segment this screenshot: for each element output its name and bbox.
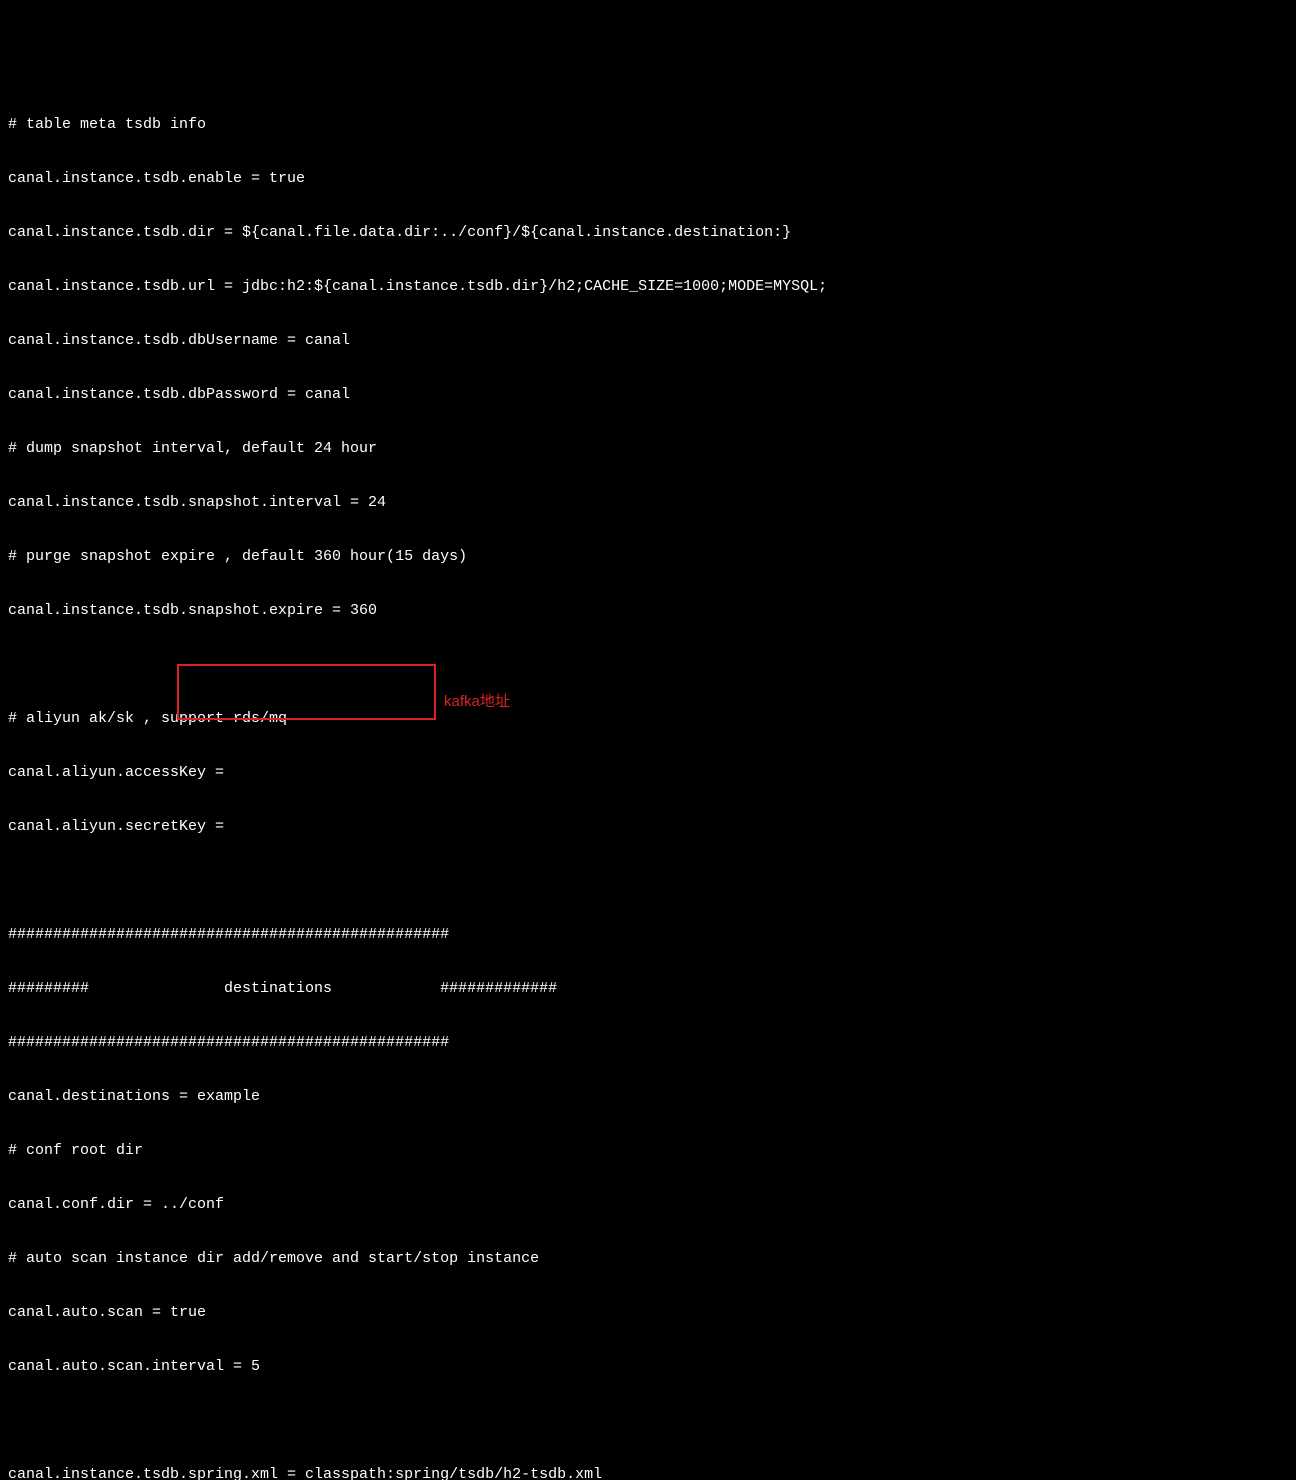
config-line: canal.instance.tsdb.dbUsername = canal xyxy=(8,332,1288,350)
config-line: ########################################… xyxy=(8,926,1288,944)
config-line: # table meta tsdb info xyxy=(8,116,1288,134)
config-line: canal.instance.tsdb.snapshot.expire = 36… xyxy=(8,602,1288,620)
config-line: canal.auto.scan.interval = 5 xyxy=(8,1358,1288,1376)
config-line: ########################################… xyxy=(8,1034,1288,1052)
config-line: canal.aliyun.accessKey = xyxy=(8,764,1288,782)
config-line: canal.destinations = example xyxy=(8,1088,1288,1106)
config-line: canal.instance.tsdb.url = jdbc:h2:${cana… xyxy=(8,278,1288,296)
config-line: canal.instance.tsdb.snapshot.interval = … xyxy=(8,494,1288,512)
config-line: # aliyun ak/sk , support rds/mq xyxy=(8,710,1288,728)
config-line: canal.instance.tsdb.dir = ${canal.file.d… xyxy=(8,224,1288,242)
config-line xyxy=(8,1412,1288,1430)
config-line: # conf root dir xyxy=(8,1142,1288,1160)
terminal-output[interactable]: # table meta tsdb info canal.instance.ts… xyxy=(0,72,1296,1480)
config-line: # auto scan instance dir add/remove and … xyxy=(8,1250,1288,1268)
config-line: canal.auto.scan = true xyxy=(8,1304,1288,1322)
config-line: canal.instance.tsdb.dbPassword = canal xyxy=(8,386,1288,404)
config-line: canal.instance.tsdb.spring.xml = classpa… xyxy=(8,1466,1288,1480)
config-line: ######### destinations ############# xyxy=(8,980,1288,998)
config-line xyxy=(8,872,1288,890)
config-line: # dump snapshot interval, default 24 hou… xyxy=(8,440,1288,458)
config-line: canal.conf.dir = ../conf xyxy=(8,1196,1288,1214)
config-line: canal.aliyun.secretKey = xyxy=(8,818,1288,836)
config-line: canal.instance.tsdb.enable = true xyxy=(8,170,1288,188)
config-line: # purge snapshot expire , default 360 ho… xyxy=(8,548,1288,566)
config-line xyxy=(8,656,1288,674)
